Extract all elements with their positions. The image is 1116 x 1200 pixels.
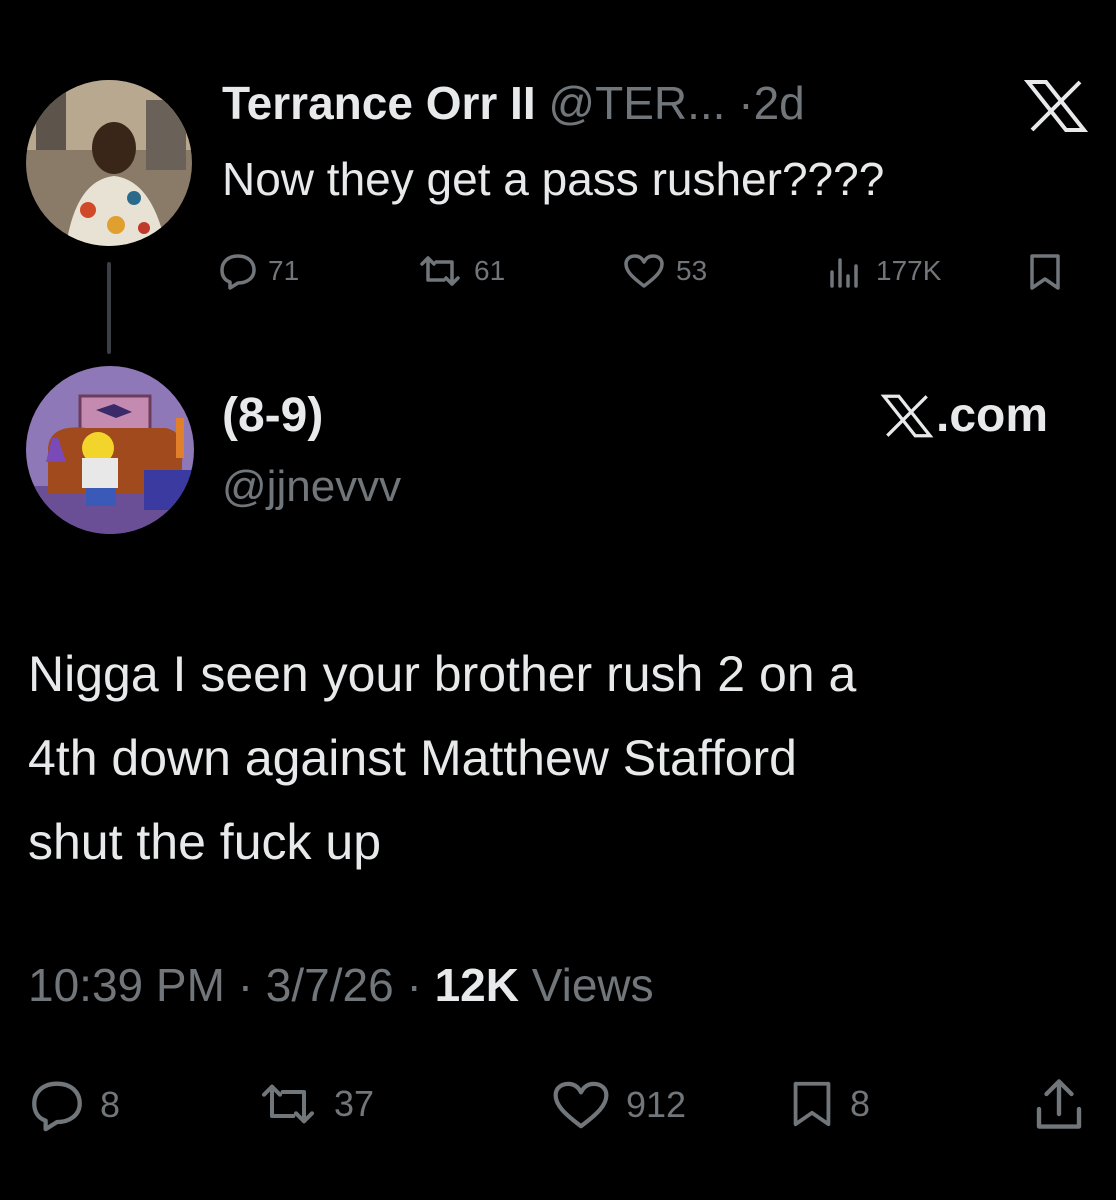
tweet-views-count: 12K xyxy=(434,959,519,1011)
tweet-meta: 10:39 PM · 3/7/26 · 12K Views xyxy=(28,958,654,1012)
source-watermark: .com xyxy=(880,388,1048,443)
repost-icon xyxy=(262,1084,314,1124)
reply-avatar[interactable] xyxy=(26,80,192,246)
like-button[interactable]: 912 xyxy=(550,1078,686,1132)
like-icon xyxy=(624,254,664,288)
reply-header: Terrance Orr II @TER... ·2d xyxy=(222,76,805,130)
bookmark-icon xyxy=(1030,254,1060,290)
tweet-text: Nigga I seen your brother rush 2 on a 4t… xyxy=(28,632,1078,884)
source-suffix: .com xyxy=(936,389,1049,442)
tweet-views-label: Views xyxy=(531,959,654,1011)
tweet-actions-bar: 8 37 912 8 xyxy=(28,1070,1088,1140)
reply-button[interactable]: 8 xyxy=(28,1078,120,1132)
reply-views-button[interactable]: 177K xyxy=(826,252,941,290)
repost-count: 37 xyxy=(334,1083,375,1124)
reply-icon xyxy=(32,1081,82,1132)
repost-icon xyxy=(420,256,460,286)
reply-views-count: 177K xyxy=(876,255,942,286)
quote-author-handle[interactable]: @jjnevvv xyxy=(222,462,401,512)
tweet-text-line: Nigga I seen your brother rush 2 on a xyxy=(28,646,857,702)
like-count: 912 xyxy=(626,1084,687,1125)
tweet-text-line: 4th down against Matthew Stafford xyxy=(28,730,797,786)
x-logo-icon xyxy=(880,394,934,437)
bookmark-icon xyxy=(793,1081,831,1127)
reply-bookmark-button[interactable] xyxy=(1026,252,1074,292)
quote-author-name[interactable]: (8-9) xyxy=(222,388,323,443)
reply-likes-count: 53 xyxy=(676,255,708,286)
reply-likes-button[interactable]: 53 xyxy=(622,252,707,290)
tweet-date[interactable]: 3/7/26 xyxy=(266,959,394,1011)
repost-button[interactable]: 37 xyxy=(256,1078,374,1130)
share-icon xyxy=(1036,1079,1082,1129)
x-logo-icon xyxy=(1024,80,1088,132)
views-icon xyxy=(830,258,858,288)
reply-reposts-count: 61 xyxy=(474,255,506,286)
share-button[interactable] xyxy=(1034,1076,1098,1132)
reply-count: 8 xyxy=(100,1084,121,1125)
meta-separator: · xyxy=(406,959,422,1011)
reply-metrics-bar: 71 61 53 177K xyxy=(218,246,1078,296)
meta-separator: · xyxy=(237,959,254,1011)
reply-replies-count: 71 xyxy=(268,255,300,286)
thread-line xyxy=(107,262,111,354)
reply-timestamp[interactable]: 2d xyxy=(754,77,805,129)
bookmark-button[interactable]: 8 xyxy=(788,1076,870,1132)
like-icon xyxy=(553,1081,609,1129)
bookmark-count: 8 xyxy=(850,1083,871,1124)
reply-text: Now they get a pass rusher???? xyxy=(222,153,885,205)
reply-reposts-button[interactable]: 61 xyxy=(416,252,505,290)
reply-icon xyxy=(220,254,256,290)
reply-separator: · xyxy=(738,77,754,129)
tweet-text-line: shut the fuck up xyxy=(28,814,382,870)
reply-author-name[interactable]: Terrance Orr II xyxy=(222,77,536,129)
reply-author-handle[interactable]: @TER... xyxy=(548,77,725,129)
tweet-time[interactable]: 10:39 PM xyxy=(28,959,225,1011)
quote-avatar[interactable] xyxy=(26,366,194,534)
reply-replies-button[interactable]: 71 xyxy=(218,252,299,290)
